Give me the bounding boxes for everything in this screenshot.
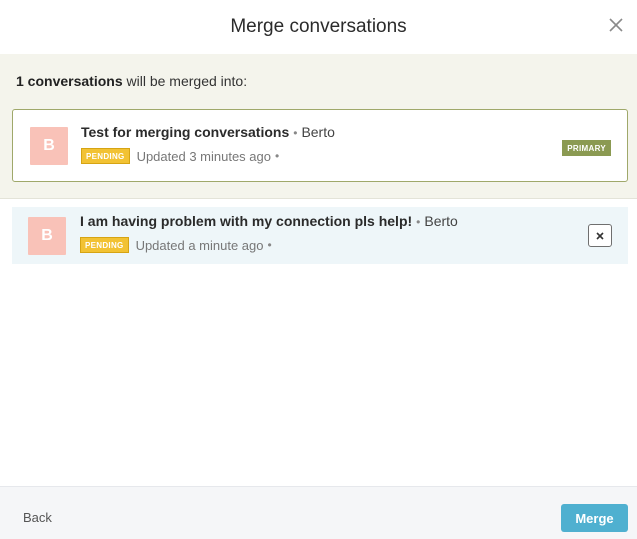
close-icon[interactable] <box>607 16 625 34</box>
modal-header: Merge conversations <box>0 0 637 54</box>
modal-footer: Back Merge <box>0 486 637 539</box>
updated-time: Updated a minute ago <box>135 237 264 253</box>
status-badge: PENDING <box>81 148 130 164</box>
avatar: B <box>30 127 68 165</box>
modal-title: Merge conversations <box>230 16 407 37</box>
status-badge: PENDING <box>80 237 129 253</box>
merge-summary-text: will be merged into: <box>122 73 248 89</box>
merge-button[interactable]: Merge <box>561 504 628 532</box>
primary-badge: PRIMARY <box>562 140 611 156</box>
separator-dot: • <box>267 238 272 252</box>
separator-dot: • <box>416 215 421 229</box>
conversation-info: I am having problem with my connection p… <box>80 213 458 253</box>
separator-dot: • <box>293 126 298 140</box>
avatar: B <box>28 217 66 255</box>
conversation-author: Berto <box>301 124 335 140</box>
conversation-info: Test for merging conversations • Berto PEN… <box>81 124 335 164</box>
separator-dot: • <box>275 149 280 163</box>
conversation-title: Test for merging conversations <box>81 124 290 140</box>
merge-summary: 1 conversations will be merged into: <box>16 73 247 89</box>
merge-conversations-modal: Merge conversations 1 conversations will… <box>0 0 637 539</box>
conversation-author: Berto <box>424 213 458 229</box>
back-button[interactable]: Back <box>23 510 52 525</box>
merge-conversation-row: B I am having problem with my connection… <box>12 207 628 264</box>
conversation-count: 1 conversations <box>16 73 123 89</box>
remove-conversation-button[interactable] <box>588 224 612 247</box>
updated-time: Updated 3 minutes ago <box>136 148 271 164</box>
conversation-title: I am having problem with my connection p… <box>80 213 413 229</box>
primary-conversation-card: B Test for merging conversations • Berto P… <box>12 109 628 182</box>
remove-icon <box>596 231 604 240</box>
